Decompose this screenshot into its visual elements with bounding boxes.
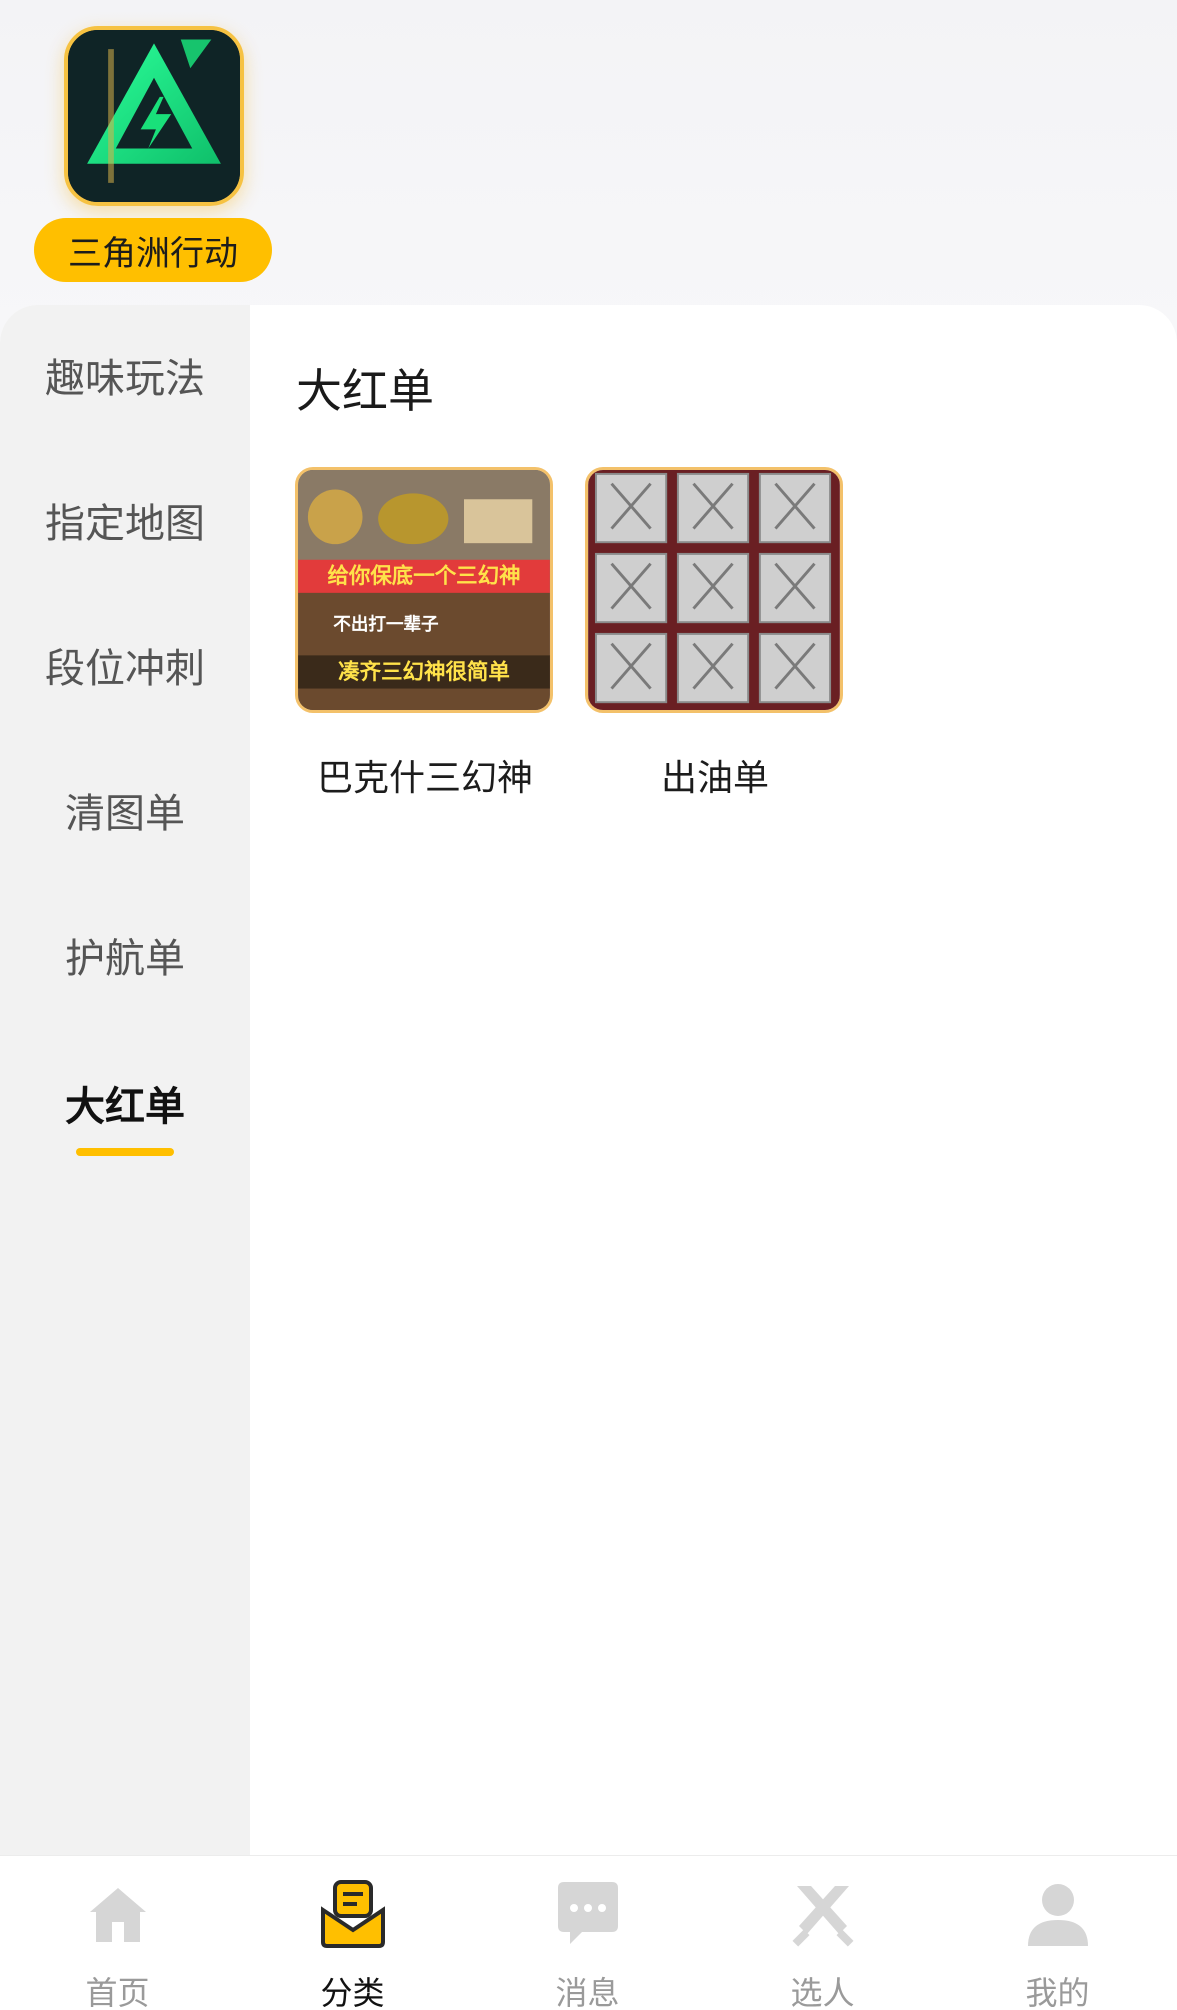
sidebar-item-label: 大红单: [65, 1084, 185, 1130]
sidebar-item-fun-play[interactable]: 趣味玩法: [0, 335, 250, 415]
category-envelope-icon: [317, 1878, 389, 1950]
item-thumbnail: [585, 467, 843, 713]
svg-text:不出打一辈子: 不出打一辈子: [333, 614, 439, 635]
tab-label: 选人: [790, 1974, 855, 2010]
tab-profile[interactable]: 我的: [940, 1856, 1175, 2010]
sidebar-item-map[interactable]: 指定地图: [0, 480, 250, 560]
tab-label: 我的: [1025, 1974, 1090, 2010]
delta-force-triangle-logo-icon: [68, 30, 240, 202]
tab-messages[interactable]: 消息: [470, 1856, 705, 2010]
sidebar-item-label: 指定地图: [45, 501, 205, 547]
sidebar-item-label: 段位冲刺: [45, 646, 205, 692]
tab-label: 首页: [85, 1974, 150, 2010]
game-name-badge: 三角洲行动: [34, 218, 272, 282]
item-label: 巴克什三幻神: [316, 758, 533, 799]
grid-item-bakshi[interactable]: 给你保底一个三幻神 不出打一辈子 凑齐三幻神很简单 巴克什三幻神: [295, 467, 555, 801]
active-indicator: [76, 1148, 174, 1156]
tab-home[interactable]: 首页: [0, 1856, 235, 2010]
bottom-tab-bar: 首页 分类 消息 选人 我的: [0, 1855, 1177, 2010]
tab-label: 消息: [555, 1974, 620, 2010]
game-logo: [64, 26, 244, 206]
crossed-swords-icon: [787, 1878, 859, 1950]
tab-pick-player[interactable]: 选人: [705, 1856, 940, 2010]
item-thumbnail: 给你保底一个三幻神 不出打一辈子 凑齐三幻神很简单: [295, 467, 553, 713]
svg-text:给你保底一个三幻神: 给你保底一个三幻神: [327, 563, 520, 589]
home-icon: [82, 1878, 154, 1950]
sidebar-item-big-red[interactable]: 大红单: [0, 1060, 250, 1170]
item-label: 出油单: [660, 758, 769, 799]
sidebar-item-clear-map[interactable]: 清图单: [0, 770, 250, 850]
grid-item-oil[interactable]: 出油单: [585, 467, 845, 801]
category-content: 大红单 给你保底一个三幻神 不出打一辈子 凑齐三幻神很简单 巴克什三幻神 出油单: [250, 305, 1177, 1855]
tab-label: 分类: [320, 1974, 385, 2010]
tab-category[interactable]: 分类: [235, 1856, 470, 2010]
sidebar-item-label: 清图单: [65, 791, 185, 837]
user-profile-icon: [1022, 1878, 1094, 1950]
sidebar-item-label: 护航单: [65, 936, 185, 982]
sidebar-item-escort[interactable]: 护航单: [0, 915, 250, 995]
svg-text:凑齐三幻神很简单: 凑齐三幻神很简单: [338, 659, 510, 685]
message-bubble-icon: [552, 1878, 624, 1950]
content-title: 大红单: [296, 364, 434, 418]
game-card[interactable]: 三角洲行动: [34, 20, 274, 290]
category-sidebar: 趣味玩法 指定地图 段位冲刺 清图单 护航单 大红单: [0, 305, 250, 1855]
sidebar-item-label: 趣味玩法: [45, 356, 205, 402]
category-panel: 趣味玩法 指定地图 段位冲刺 清图单 护航单 大红单 大红单 给你保底一个三幻神…: [0, 305, 1177, 1855]
sidebar-item-rank[interactable]: 段位冲刺: [0, 625, 250, 705]
